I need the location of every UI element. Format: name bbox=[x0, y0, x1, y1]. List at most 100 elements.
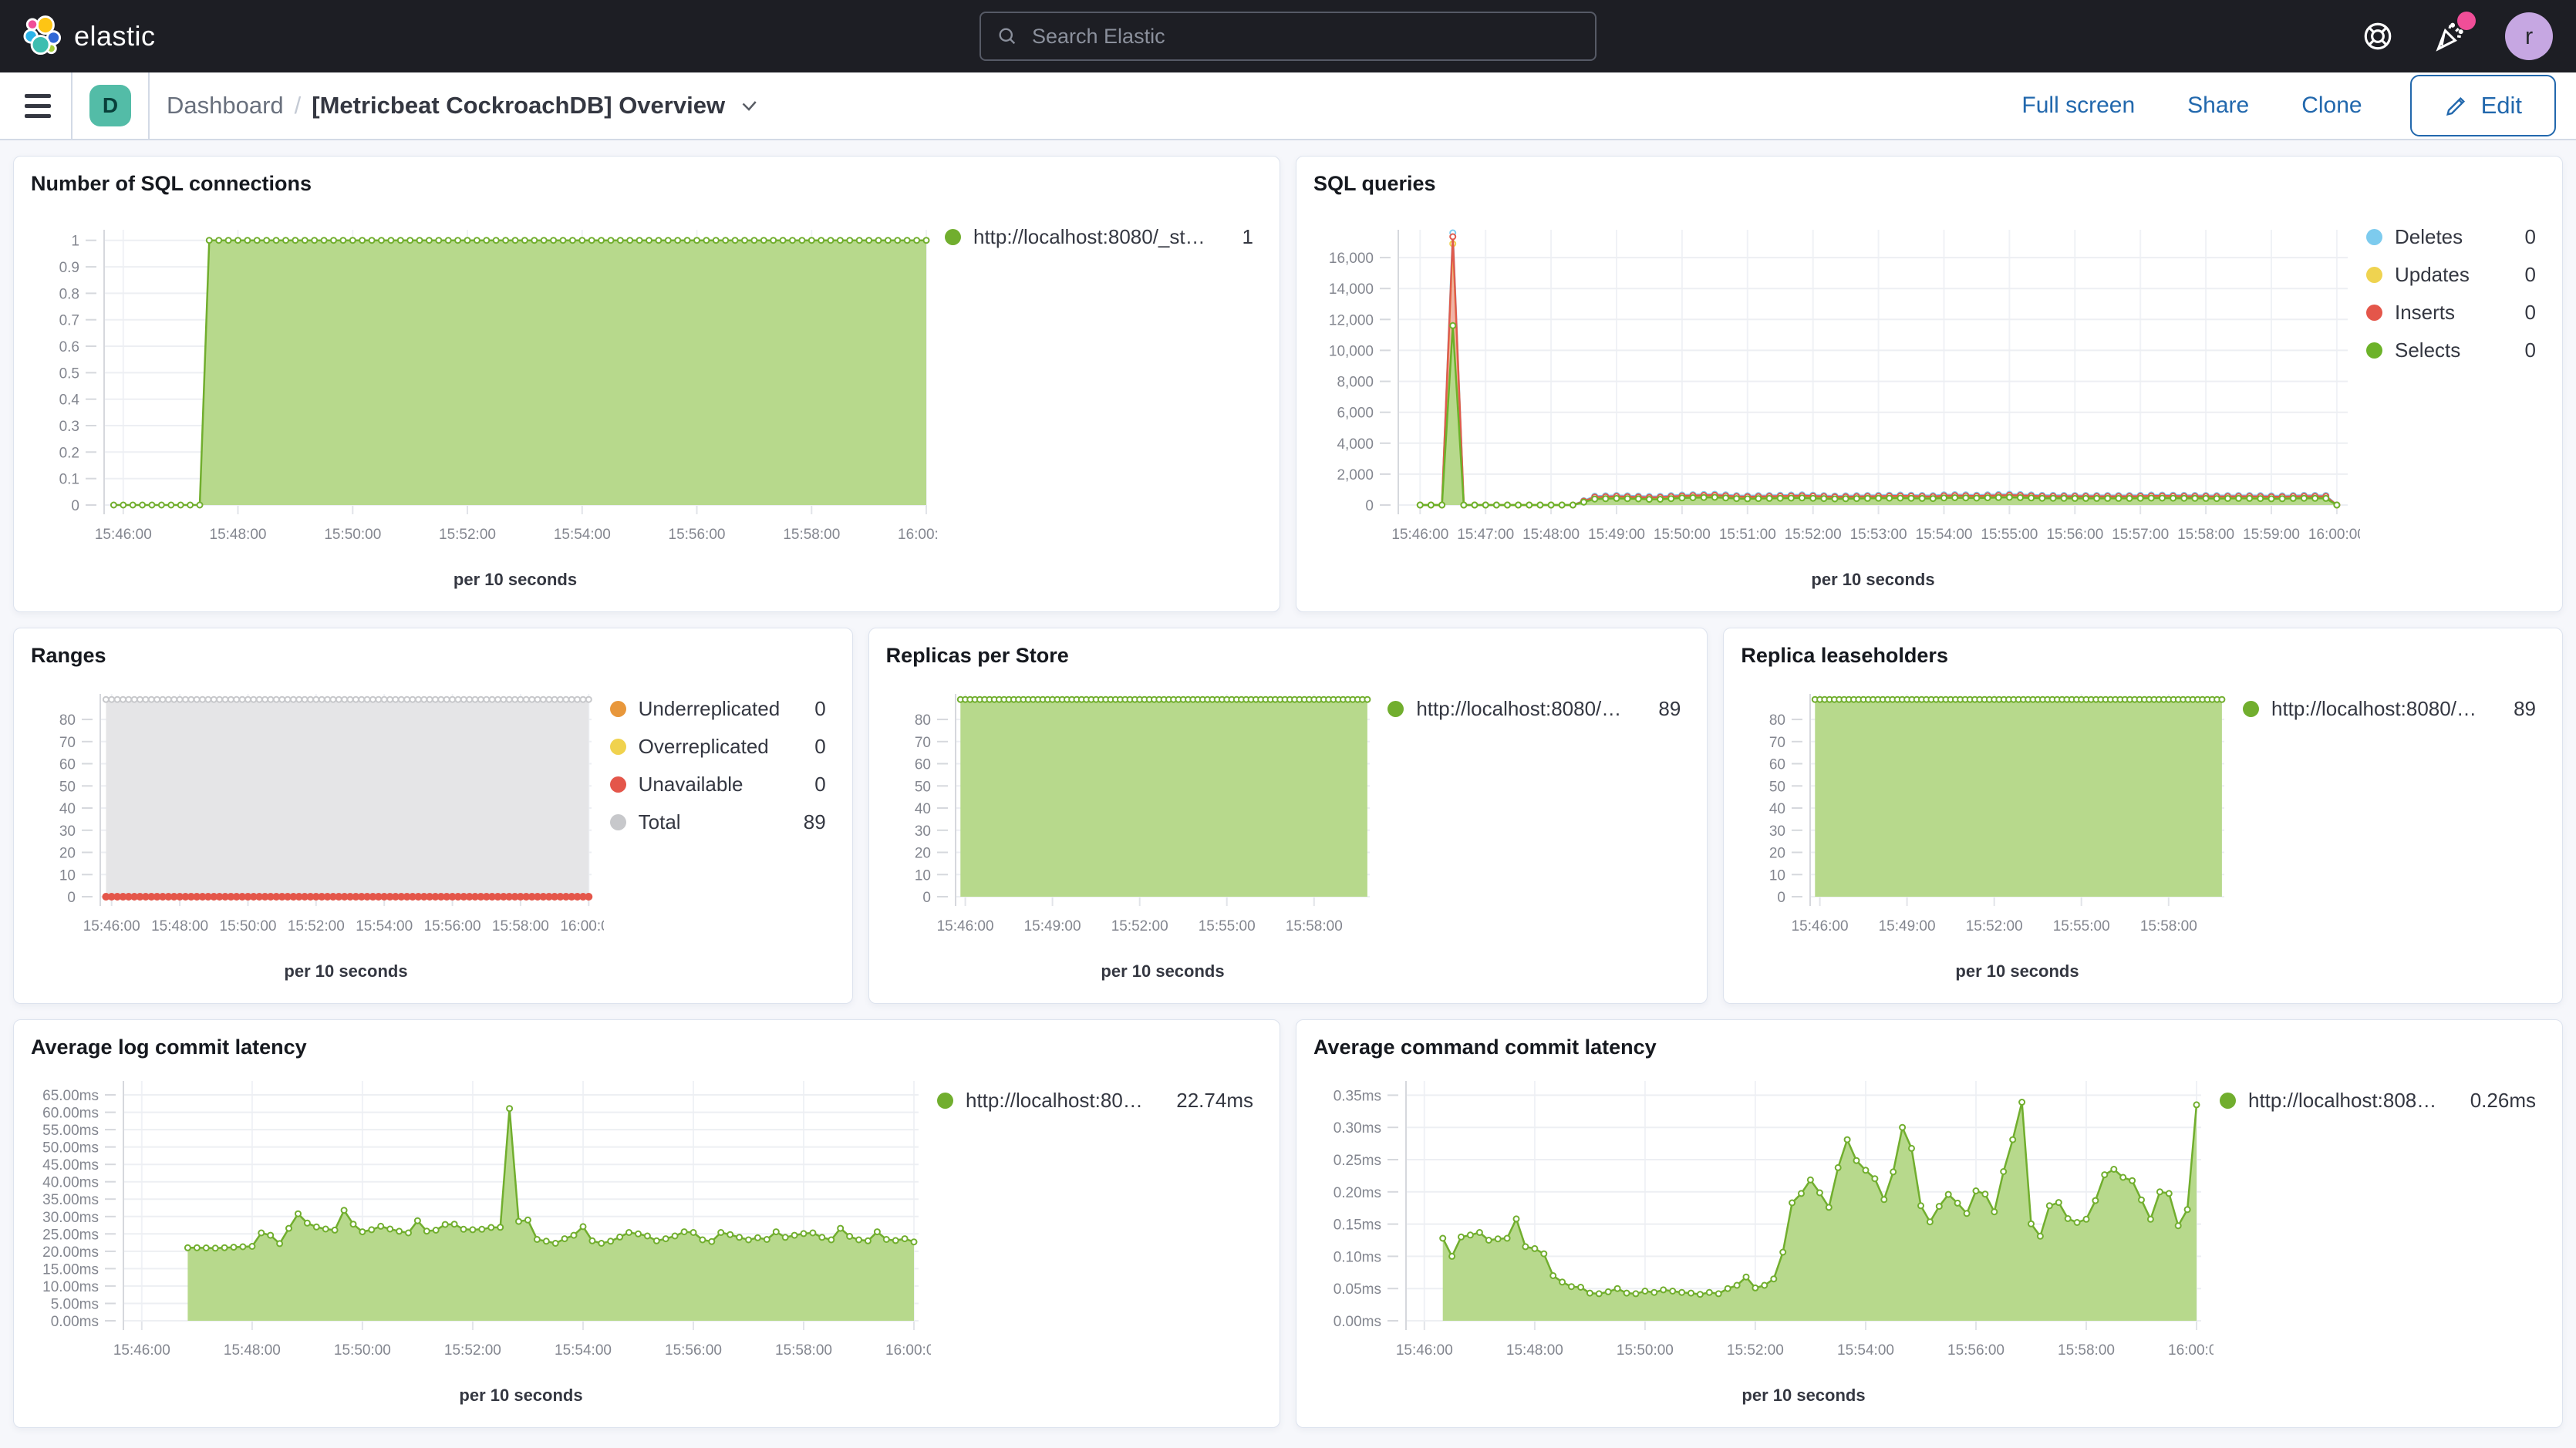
svg-text:80: 80 bbox=[1769, 712, 1785, 729]
svg-text:50.00ms: 50.00ms bbox=[42, 1140, 99, 1157]
edit-button[interactable]: Edit bbox=[2410, 75, 2556, 136]
svg-text:0.1: 0.1 bbox=[59, 472, 79, 488]
legend-value: 0 bbox=[2511, 301, 2536, 325]
svg-text:20.00ms: 20.00ms bbox=[42, 1244, 99, 1261]
legend-item[interactable]: Total89 bbox=[610, 810, 826, 834]
legend-swatch bbox=[2243, 701, 2259, 717]
legend-average-log-commit-latency: http://localhost:808...22.74ms bbox=[931, 1062, 1263, 1418]
svg-text:0.5: 0.5 bbox=[59, 365, 79, 382]
search-input[interactable] bbox=[1030, 24, 1580, 49]
legend-item[interactable]: http://localhost:808...22.74ms bbox=[937, 1089, 1253, 1113]
svg-text:15:58:00: 15:58:00 bbox=[775, 1342, 832, 1359]
svg-text:10: 10 bbox=[1769, 867, 1785, 884]
panel-title[interactable]: Average command commit latency bbox=[1313, 1035, 2545, 1059]
space-initial: D bbox=[103, 93, 118, 118]
help-button[interactable] bbox=[2362, 20, 2394, 52]
svg-text:15:55:00: 15:55:00 bbox=[1198, 918, 1255, 934]
svg-text:15:52:00: 15:52:00 bbox=[1785, 527, 1842, 543]
legend-label: http://localhost:808... bbox=[966, 1089, 1150, 1113]
svg-text:15:57:00: 15:57:00 bbox=[2112, 527, 2169, 543]
svg-text:14,000: 14,000 bbox=[1329, 281, 1374, 298]
svg-text:0.00ms: 0.00ms bbox=[1334, 1314, 1381, 1330]
global-search[interactable] bbox=[979, 12, 1597, 61]
legend-value: 0 bbox=[801, 697, 825, 721]
svg-text:0.35ms: 0.35ms bbox=[1334, 1088, 1381, 1104]
svg-text:20: 20 bbox=[915, 846, 931, 862]
panel-title[interactable]: Replicas per Store bbox=[886, 644, 1691, 668]
svg-text:15:59:00: 15:59:00 bbox=[2243, 527, 2300, 543]
svg-text:60.00ms: 60.00ms bbox=[42, 1106, 99, 1122]
panel-title[interactable]: Average log commit latency bbox=[31, 1035, 1263, 1059]
svg-text:15:46:00: 15:46:00 bbox=[83, 918, 140, 934]
legend-value: 0 bbox=[801, 735, 825, 759]
legend-value: 0 bbox=[2511, 225, 2536, 249]
svg-text:60: 60 bbox=[1769, 757, 1785, 773]
legend-swatch bbox=[610, 776, 626, 793]
svg-text:70: 70 bbox=[915, 735, 931, 751]
svg-text:0: 0 bbox=[1778, 890, 1786, 906]
legend-item[interactable]: Underreplicated0 bbox=[610, 697, 826, 721]
news-button[interactable] bbox=[2433, 19, 2466, 53]
legend-item[interactable]: Deletes0 bbox=[2366, 225, 2536, 249]
legend-swatch bbox=[610, 814, 626, 830]
legend-item[interactable]: http://localhost:8080/_sta...89 bbox=[1387, 697, 1681, 721]
svg-text:45.00ms: 45.00ms bbox=[42, 1157, 99, 1174]
svg-text:0.3: 0.3 bbox=[59, 419, 79, 435]
legend-swatch bbox=[2366, 267, 2382, 283]
svg-text:15:55:00: 15:55:00 bbox=[1981, 527, 2038, 543]
legend-ranges: Underreplicated0 Overreplicated0 Unavailab… bbox=[604, 671, 835, 994]
svg-text:16:00:00: 16:00:00 bbox=[885, 1342, 931, 1359]
full-screen-button[interactable]: Full screen bbox=[2017, 92, 2139, 120]
legend-item[interactable]: Overreplicated0 bbox=[610, 735, 826, 759]
breadcrumb-dashboard-link[interactable]: Dashboard bbox=[167, 92, 284, 120]
legend-item[interactable]: Unavailable0 bbox=[610, 773, 826, 796]
svg-text:30: 30 bbox=[59, 823, 76, 840]
legend-value: 0 bbox=[2511, 263, 2536, 287]
notification-dot bbox=[2457, 12, 2476, 30]
elastic-logo[interactable]: elastic bbox=[23, 15, 156, 57]
legend-item[interactable]: http://localhost:8080/_stat...1 bbox=[945, 225, 1253, 249]
svg-text:0.10ms: 0.10ms bbox=[1334, 1249, 1381, 1265]
panel-title[interactable]: Ranges bbox=[31, 644, 835, 668]
title-chevron-button[interactable] bbox=[737, 94, 760, 117]
legend-item[interactable]: http://localhost:8080/_sta...89 bbox=[2243, 697, 2536, 721]
share-button[interactable]: Share bbox=[2183, 92, 2254, 120]
panel-title[interactable]: Replica leaseholders bbox=[1741, 644, 2545, 668]
legend-label: http://localhost:8080/_sta... bbox=[2271, 697, 2487, 721]
svg-text:15:46:00: 15:46:00 bbox=[936, 918, 993, 934]
chart-average-log-commit-latency: 15:46:0015:48:0015:50:0015:52:0015:54:00… bbox=[31, 1062, 931, 1418]
svg-text:0.8: 0.8 bbox=[59, 286, 79, 302]
svg-text:40: 40 bbox=[1769, 801, 1785, 817]
svg-text:15:54:00: 15:54:00 bbox=[554, 527, 611, 543]
legend-value: 0 bbox=[2511, 338, 2536, 362]
panel-title[interactable]: SQL queries bbox=[1313, 172, 2545, 196]
svg-text:0: 0 bbox=[71, 498, 79, 514]
user-avatar[interactable]: r bbox=[2505, 12, 2553, 60]
legend-value: 0 bbox=[801, 773, 825, 796]
svg-text:15:46:00: 15:46:00 bbox=[1391, 527, 1448, 543]
pencil-icon bbox=[2444, 93, 2469, 118]
page-title: [Metricbeat CockroachDB] Overview bbox=[312, 92, 725, 120]
legend-item[interactable]: http://localhost:8080...0.26ms bbox=[2220, 1089, 2536, 1113]
svg-text:15:54:00: 15:54:00 bbox=[1837, 1342, 1894, 1359]
chart-replica-leaseholders: 15:46:0015:49:0015:52:0015:55:0015:58:00… bbox=[1741, 671, 2237, 994]
svg-text:0: 0 bbox=[1365, 498, 1374, 514]
svg-text:80: 80 bbox=[915, 712, 931, 729]
legend-swatch bbox=[2366, 342, 2382, 359]
svg-text:per 10 seconds: per 10 seconds bbox=[459, 1386, 582, 1405]
legend-item[interactable]: Selects0 bbox=[2366, 338, 2536, 362]
svg-text:50: 50 bbox=[915, 779, 931, 795]
svg-text:35.00ms: 35.00ms bbox=[42, 1192, 99, 1208]
svg-text:2,000: 2,000 bbox=[1337, 467, 1374, 483]
menu-button[interactable] bbox=[20, 94, 71, 118]
svg-text:10: 10 bbox=[59, 867, 76, 884]
legend-swatch bbox=[610, 739, 626, 755]
legend-item[interactable]: Inserts 0 bbox=[2366, 301, 2536, 325]
svg-text:20: 20 bbox=[1769, 846, 1785, 862]
panel-title[interactable]: Number of SQL connections bbox=[31, 172, 1263, 196]
space-switcher[interactable]: D bbox=[89, 85, 131, 126]
legend-label: Inserts bbox=[2395, 301, 2455, 325]
svg-text:12,000: 12,000 bbox=[1329, 312, 1374, 328]
legend-item[interactable]: Updates0 bbox=[2366, 263, 2536, 287]
clone-button[interactable]: Clone bbox=[2297, 92, 2366, 120]
